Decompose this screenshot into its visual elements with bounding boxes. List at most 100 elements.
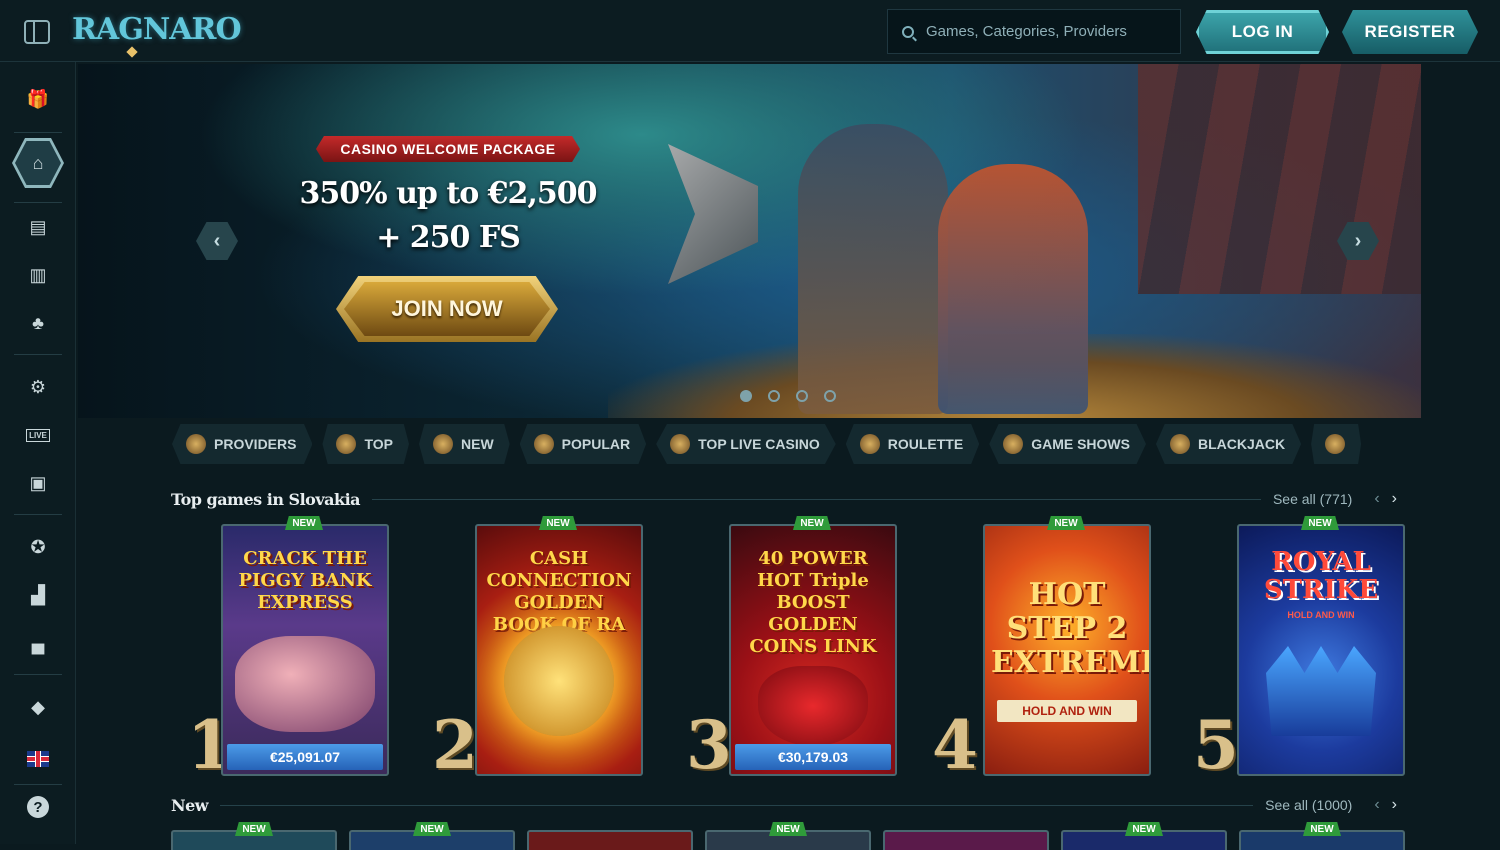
clover-icon[interactable]: ♣ <box>26 312 50 334</box>
banner-pagination <box>740 390 836 402</box>
category-tabs: PROVIDERS TOP NEW POPULAR TOP LIVE CASIN… <box>172 424 1382 464</box>
tab-label: BLACKJACK <box>1197 436 1286 452</box>
top-games-header: Top games in Slovakia See all (771) ‹ › <box>171 488 1403 510</box>
banner-axe-art <box>668 144 758 284</box>
blackjack-icon <box>1169 434 1190 454</box>
vip-diamond-icon[interactable]: ◆ <box>26 696 50 718</box>
tab-more[interactable] <box>1311 424 1362 464</box>
sidebar: 🎁 ⌂ ▤ ▥ ♣ ⚙ LIVE ▣ ✪ ▟ ▄ ◆ ? <box>0 62 76 844</box>
microphone-icon <box>1003 434 1024 454</box>
tab-providers[interactable]: PROVIDERS <box>172 424 313 464</box>
chevron-right-icon[interactable]: › <box>1392 796 1397 814</box>
providers-scroll-icon <box>186 434 206 454</box>
gift-icon[interactable]: 🎁 <box>26 88 50 110</box>
sports-ball-icon[interactable]: ⚙ <box>26 376 50 398</box>
new-badge: NEW <box>1047 516 1085 530</box>
home-icon[interactable]: ⌂ <box>26 152 50 174</box>
tab-label: GAME SHOWS <box>1031 436 1130 452</box>
banner-dot[interactable] <box>740 390 752 402</box>
tab-roulette[interactable]: ROULETTE <box>845 424 980 464</box>
game-card[interactable] <box>527 830 693 850</box>
new-badge: NEW <box>1303 822 1341 836</box>
top-games-see-all[interactable]: See all (771) <box>1273 491 1352 507</box>
chevron-left-icon[interactable]: ‹ <box>1374 796 1379 814</box>
chevron-left-icon[interactable]: ‹ <box>1374 490 1379 508</box>
sidebar-divider <box>14 674 62 675</box>
tab-blackjack[interactable]: BLACKJACK <box>1155 424 1302 464</box>
game-subtitle: HOLD AND WIN <box>997 700 1137 722</box>
game-subtitle: HOLD AND WIN <box>1287 610 1355 620</box>
game-art <box>504 626 614 736</box>
live-icon[interactable]: LIVE <box>26 424 50 446</box>
tab-popular[interactable]: POPULAR <box>519 424 647 464</box>
new-badge: NEW <box>285 516 323 530</box>
tab-label: POPULAR <box>561 436 631 452</box>
game-card[interactable]: 40 POWER HOT Triple BOOST GOLDEN COINS L… <box>729 524 897 776</box>
rank-number: 5 <box>1193 706 1239 784</box>
banner-viking-woman-art <box>938 164 1088 414</box>
top-bar: RAGNARO LOG IN REGISTER <box>0 0 1500 62</box>
game-card[interactable]: HOT STEP 2 EXTREME HOLD AND WIN <box>983 524 1151 776</box>
live-casino-chip-icon <box>670 434 691 454</box>
game-art <box>235 636 375 732</box>
new-games-see-all[interactable]: See all (1000) <box>1265 797 1352 813</box>
game-card[interactable]: CRACK THE PIGGY BANK EXPRESS €25,091.07 <box>221 524 389 776</box>
new-icon <box>433 434 453 454</box>
trophy-icon <box>336 434 357 454</box>
new-badge: NEW <box>539 516 577 530</box>
join-now-button[interactable]: JOIN NOW <box>336 276 558 342</box>
game-card[interactable]: ROYAL STRIKE HOLD AND WIN <box>1237 524 1405 776</box>
tab-top-live-casino[interactable]: TOP LIVE CASINO <box>656 424 836 464</box>
search-box[interactable] <box>887 9 1181 54</box>
logo-gem-icon <box>126 46 138 58</box>
section-divider <box>220 804 1254 806</box>
badge-icon[interactable]: ✪ <box>26 536 50 558</box>
jackpot-amount: €30,179.03 <box>735 744 891 770</box>
tab-label: TOP <box>364 436 393 452</box>
slot-machine-icon[interactable]: ▤ <box>26 216 50 238</box>
tab-label: PROVIDERS <box>214 436 297 452</box>
jackpot-amount: €25,091.07 <box>227 744 383 770</box>
rank-number: 2 <box>432 706 478 784</box>
sidebar-divider <box>14 132 62 133</box>
register-button[interactable]: REGISTER <box>1342 10 1478 54</box>
promo-banner[interactable]: CASINO WELCOME PACKAGE 350% up to €2,500… <box>78 64 1421 418</box>
sidebar-divider <box>14 514 62 515</box>
game-title: HOT STEP 2 EXTREME <box>991 577 1151 680</box>
game-art <box>1266 646 1376 736</box>
shop-bag-icon[interactable]: ▄ <box>26 632 50 654</box>
new-badge: NEW <box>1301 516 1339 530</box>
game-art <box>758 666 868 746</box>
new-games-title: New <box>171 795 209 815</box>
leaderboard-icon[interactable]: ▟ <box>26 584 50 606</box>
chevron-right-icon[interactable]: › <box>1392 490 1397 508</box>
banner-dot[interactable] <box>824 390 836 402</box>
virtual-sports-icon[interactable]: ▣ <box>26 472 50 494</box>
sidebar-toggle-icon[interactable] <box>24 20 50 44</box>
banner-prev-button[interactable]: ‹ <box>196 222 238 260</box>
banner-sail-art <box>1138 64 1421 294</box>
site-logo[interactable]: RAGNARO <box>72 12 242 47</box>
game-card[interactable]: CASH CONNECTION GOLDEN BOOK OF RA <box>475 524 643 776</box>
help-icon[interactable]: ? <box>26 796 50 818</box>
game-title: ROYAL STRIKE <box>1263 547 1379 605</box>
tab-top[interactable]: TOP <box>322 424 409 464</box>
search-input[interactable] <box>926 23 1166 40</box>
join-now-label: JOIN NOW <box>344 282 550 336</box>
game-title: 40 POWER HOT Triple BOOST GOLDEN COINS L… <box>749 548 877 657</box>
banner-headline-line1: 350% up to €2,500 <box>299 176 598 211</box>
sidebar-divider <box>14 784 62 785</box>
login-button[interactable]: LOG IN <box>1196 10 1329 54</box>
banner-dot[interactable] <box>768 390 780 402</box>
tab-new[interactable]: NEW <box>419 424 510 464</box>
search-icon <box>902 25 914 38</box>
game-card[interactable] <box>883 830 1049 850</box>
sidebar-divider <box>14 202 62 203</box>
banner-dot[interactable] <box>796 390 808 402</box>
sidebar-divider <box>14 354 62 355</box>
tab-label: NEW <box>461 436 494 452</box>
cards-icon[interactable]: ▥ <box>26 264 50 286</box>
language-flag-icon[interactable] <box>26 748 50 770</box>
tab-game-shows[interactable]: GAME SHOWS <box>989 424 1146 464</box>
rank-number: 4 <box>932 706 978 784</box>
